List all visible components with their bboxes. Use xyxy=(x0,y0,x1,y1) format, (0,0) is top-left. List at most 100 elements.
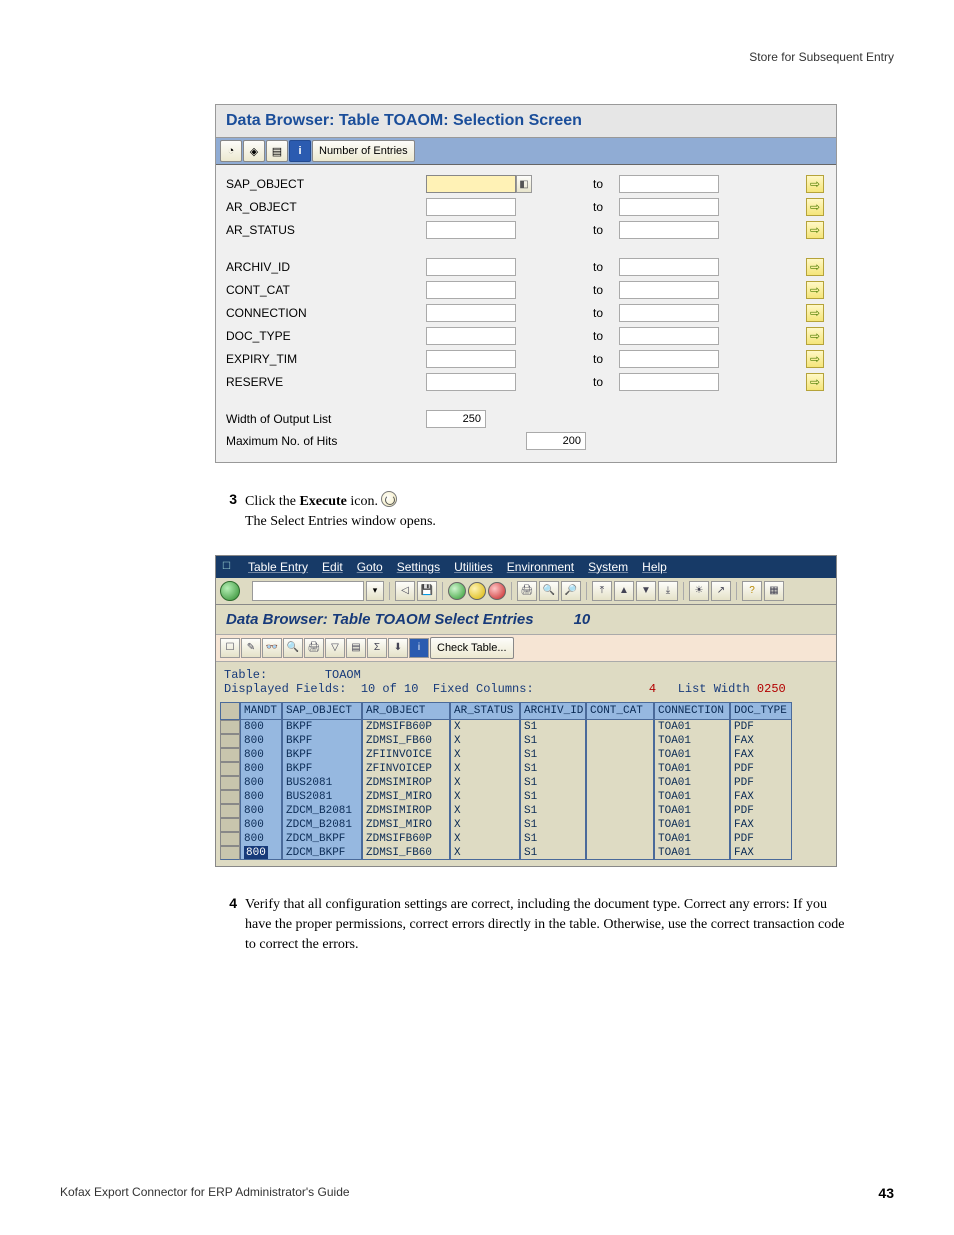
menu-utilities[interactable]: Utilities xyxy=(454,560,493,574)
from-input[interactable] xyxy=(426,327,516,345)
table-row[interactable]: 800ZDCM_B2081ZDMSIMIROPXS1TOA01PDF xyxy=(220,804,832,818)
from-input[interactable] xyxy=(426,281,516,299)
nav-exit-icon[interactable] xyxy=(468,582,486,600)
to-input[interactable] xyxy=(619,281,719,299)
max-hits-input[interactable]: 200 xyxy=(526,432,586,450)
row-selector[interactable] xyxy=(220,832,240,846)
execute-icon[interactable]: ◔ xyxy=(220,140,242,162)
window-menu-icon[interactable]: ☐ xyxy=(222,561,234,572)
info2-icon[interactable]: i xyxy=(409,638,429,658)
display-icon[interactable]: 👓 xyxy=(262,638,282,658)
col-ar-object[interactable]: AR_OBJECT xyxy=(362,702,450,720)
row-selector[interactable] xyxy=(220,762,240,776)
nav-back-icon[interactable] xyxy=(448,582,466,600)
multiple-selection-icon[interactable]: ⇨ xyxy=(806,175,824,193)
first-page-icon[interactable]: ⤒ xyxy=(592,581,612,601)
width-output-input[interactable]: 250 xyxy=(426,410,486,428)
last-page-icon[interactable]: ⤓ xyxy=(658,581,678,601)
to-input[interactable] xyxy=(619,350,719,368)
table-row[interactable]: 800BKPFZFINVOICEPXS1TOA01PDF xyxy=(220,762,832,776)
to-input[interactable] xyxy=(619,258,719,276)
col-sap-object[interactable]: SAP_OBJECT xyxy=(282,702,362,720)
menu-help[interactable]: Help xyxy=(642,560,667,574)
total-icon[interactable]: Σ xyxy=(367,638,387,658)
from-input[interactable] xyxy=(426,175,516,193)
execute-bg-icon[interactable]: ◈ xyxy=(243,140,265,162)
row-selector[interactable] xyxy=(220,846,240,860)
refresh-icon[interactable]: 🔍 xyxy=(283,638,303,658)
col-doc-type[interactable]: DOC_TYPE xyxy=(730,702,792,720)
to-input[interactable] xyxy=(619,198,719,216)
check-table-button[interactable]: Check Table... xyxy=(430,637,514,659)
prev-page-icon[interactable]: ▲ xyxy=(614,581,634,601)
table-row[interactable]: 800BKPFZFIINVOICEXS1TOA01FAX xyxy=(220,748,832,762)
multiple-selection-icon[interactable]: ⇨ xyxy=(806,350,824,368)
layout-icon[interactable]: ▦ xyxy=(764,581,784,601)
row-selector[interactable] xyxy=(220,804,240,818)
row-selector[interactable] xyxy=(220,790,240,804)
print-icon[interactable]: 🖨 xyxy=(517,581,537,601)
info-icon[interactable]: i xyxy=(289,140,311,162)
table-row[interactable]: 800ZDCM_BKPFZDMSI_FB60XS1TOA01FAX xyxy=(220,846,832,860)
menu-goto[interactable]: Goto xyxy=(357,560,383,574)
table-row[interactable]: 800BKPFZDMSI_FB60XS1TOA01FAX xyxy=(220,734,832,748)
table-row[interactable]: 800ZDCM_BKPFZDMSIFB60PXS1TOA01PDF xyxy=(220,832,832,846)
get-variant-icon[interactable]: ▤ xyxy=(266,140,288,162)
from-input[interactable] xyxy=(426,258,516,276)
create-icon[interactable]: ☐ xyxy=(220,638,240,658)
row-selector[interactable] xyxy=(220,734,240,748)
menu-environment[interactable]: Environment xyxy=(507,560,574,574)
shortcut-icon[interactable]: ↗ xyxy=(711,581,731,601)
number-of-entries-button[interactable]: Number of Entries xyxy=(312,140,415,162)
table-row[interactable]: 800ZDCM_B2081ZDMSI_MIROXS1TOA01FAX xyxy=(220,818,832,832)
from-input[interactable] xyxy=(426,373,516,391)
value-help-icon[interactable]: ◧ xyxy=(516,175,532,193)
menu-settings[interactable]: Settings xyxy=(397,560,440,574)
create-session-icon[interactable]: ☀ xyxy=(689,581,709,601)
help-icon[interactable]: ? xyxy=(742,581,762,601)
from-input[interactable] xyxy=(426,304,516,322)
command-dropdown-icon[interactable]: ▾ xyxy=(366,581,384,601)
to-input[interactable] xyxy=(619,175,719,193)
to-input[interactable] xyxy=(619,221,719,239)
filter-icon[interactable]: ▽ xyxy=(325,638,345,658)
nav-cancel-icon[interactable] xyxy=(488,582,506,600)
to-input[interactable] xyxy=(619,373,719,391)
menu-system[interactable]: System xyxy=(588,560,628,574)
enter-icon[interactable] xyxy=(220,581,240,601)
command-field[interactable] xyxy=(252,581,364,601)
save-icon[interactable]: 💾 xyxy=(417,581,437,601)
col-ar-status[interactable]: AR_STATUS xyxy=(450,702,520,720)
table-row[interactable]: 800BUS2081ZDMSIMIROPXS1TOA01PDF xyxy=(220,776,832,790)
multiple-selection-icon[interactable]: ⇨ xyxy=(806,373,824,391)
back-icon[interactable]: ◁ xyxy=(395,581,415,601)
change-icon[interactable]: ✎ xyxy=(241,638,261,658)
to-input[interactable] xyxy=(619,304,719,322)
from-input[interactable] xyxy=(426,350,516,368)
from-input[interactable] xyxy=(426,198,516,216)
col-connection[interactable]: CONNECTION xyxy=(654,702,730,720)
multiple-selection-icon[interactable]: ⇨ xyxy=(806,304,824,322)
table-row[interactable]: 800BKPFZDMSIFB60PXS1TOA01PDF xyxy=(220,720,832,734)
row-selector[interactable] xyxy=(220,748,240,762)
from-input[interactable] xyxy=(426,221,516,239)
multiple-selection-icon[interactable]: ⇨ xyxy=(806,258,824,276)
col-mandt[interactable]: MANDT xyxy=(240,702,282,720)
menu-table-entry[interactable]: Table Entry xyxy=(248,560,308,574)
row-selector[interactable] xyxy=(220,818,240,832)
sort-icon[interactable]: ▤ xyxy=(346,638,366,658)
find-next-icon[interactable]: 🔎 xyxy=(561,581,581,601)
col-archiv-id[interactable]: ARCHIV_ID xyxy=(520,702,586,720)
to-input[interactable] xyxy=(619,327,719,345)
multiple-selection-icon[interactable]: ⇨ xyxy=(806,281,824,299)
find-icon[interactable]: 🔍 xyxy=(539,581,559,601)
next-page-icon[interactable]: ▼ xyxy=(636,581,656,601)
menu-edit[interactable]: Edit xyxy=(322,560,343,574)
table-row[interactable]: 800BUS2081ZDMSI_MIROXS1TOA01FAX xyxy=(220,790,832,804)
row-selector[interactable] xyxy=(220,776,240,790)
multiple-selection-icon[interactable]: ⇨ xyxy=(806,221,824,239)
print2-icon[interactable]: 🖨 xyxy=(304,638,324,658)
multiple-selection-icon[interactable]: ⇨ xyxy=(806,327,824,345)
download-icon[interactable]: ⬇ xyxy=(388,638,408,658)
col-cont-cat[interactable]: CONT_CAT xyxy=(586,702,654,720)
